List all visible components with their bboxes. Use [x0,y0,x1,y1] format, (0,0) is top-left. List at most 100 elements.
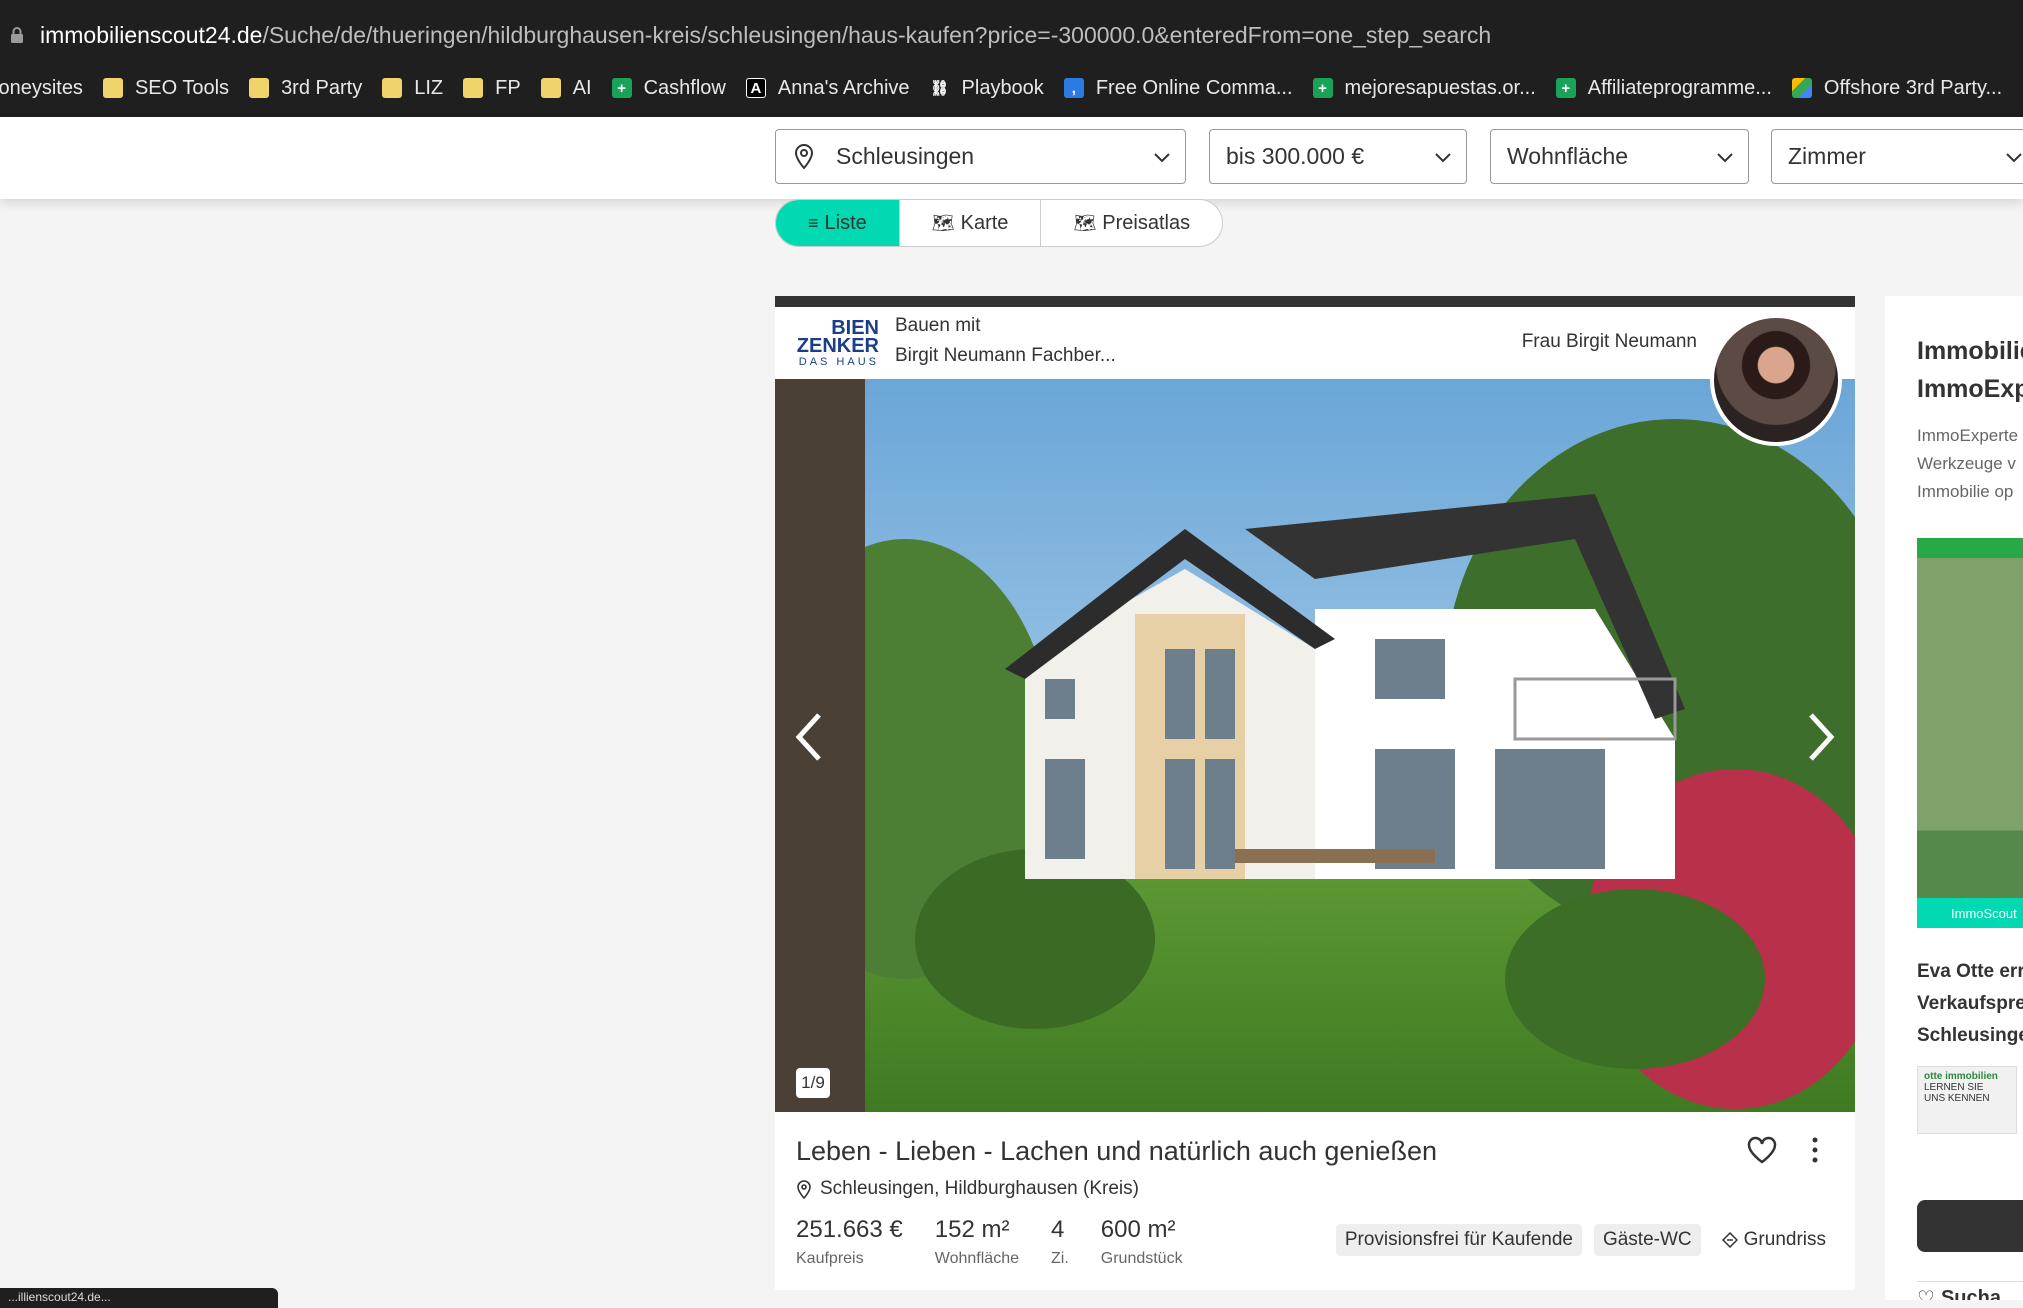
bookmark-annas-archive[interactable]: A Anna's Archive [745,76,910,100]
bookmark-label: 3rd Party [281,76,363,99]
playbook-icon: ⛓ [930,80,950,97]
realtor-logo: BIEN ZENKER DAS HAUS [795,318,879,368]
bookmark-loneysites[interactable]: loneysites [0,77,83,100]
agent-promo-thumbnail: otte immobilien LERNEN SIE UNS KENNEN [1917,1066,2017,1134]
promo-heading: Immobilie ImmoExp [1917,332,2023,408]
bookmark-label: LIZ [414,76,444,99]
browser-chrome: immobilienscout24.de/Suche/de/thueringen… [0,0,2023,117]
annas-archive-icon: A [745,78,766,98]
location-value: Schleusingen [836,143,975,169]
bookmark-mejoresapuestas[interactable]: + mejoresapuestas.or... [1312,76,1536,100]
bookmark-seo-tools[interactable]: SEO Tools [102,77,229,100]
promo-banner-label: ImmoScout [1917,898,2023,928]
bookmark-affiliateprogramme[interactable]: + Affiliateprogramme... [1555,76,1772,100]
card-top-border [775,296,1855,307]
promo-text-line2: Werkzeuge v [1917,454,2016,473]
tab-label: Liste [824,211,867,234]
fact-price: 251.663 € Kaufpreis [796,1216,903,1268]
price-map-icon: 🗺 [1073,212,1097,233]
bookmark-label: Free Online Comma... [1095,76,1293,99]
chevron-down-icon [2006,153,2022,163]
list-icon: ≡ [808,212,819,233]
fact-label: Zi. [1050,1250,1069,1267]
agent-avatar [1710,314,1842,446]
bookmark-offshore[interactable]: Offshore 3rd Party... [1791,77,2002,100]
address-text: Schleusingen, Hildburghausen (Kreis) [820,1178,1139,1199]
listing-card[interactable]: BIEN ZENKER DAS HAUS Bauen mit Birgit Ne… [775,296,1855,1290]
tab-preisatlas[interactable]: 🗺 Preisatlas [1041,200,1222,246]
bookmark-3rd-party[interactable]: 3rd Party [249,77,362,100]
address-bar[interactable]: immobilienscout24.de/Suche/de/thueringen… [0,12,2023,58]
promo-cta-button[interactable] [1917,1200,2023,1252]
view-switcher: ≡ Liste 🗺 Karte 🗺 Preisatlas [775,199,1224,247]
rooms-filter[interactable]: Zimmer [1771,129,2023,184]
folder-icon [540,78,561,98]
key-facts: 251.663 € Kaufpreis 152 m² Wohnfläche 4 Zi.… [796,1216,1215,1268]
promo-image [1917,538,2023,928]
promo-heading-line1: Immobilie [1917,337,2023,365]
fact-label: Kaufpreis [796,1250,864,1267]
location-filter[interactable]: Schleusingen [775,129,1186,184]
bookmark-cashflow[interactable]: + Cashflow [611,77,726,100]
fact-rooms: 4 Zi. [1051,1216,1069,1268]
rooms-value: Zimmer [1788,143,1866,169]
tag-guest-wc: Gäste-WC [1593,1224,1701,1256]
save-search-link[interactable]: ♡ Sucha [1917,1286,2001,1300]
google-drive-icon [1791,78,1812,98]
floorplan-icon [1721,1232,1738,1248]
price-filter[interactable]: bis 300.000 € [1209,129,1467,184]
realtor-header[interactable]: BIEN ZENKER DAS HAUS Bauen mit Birgit Ne… [775,307,1855,379]
tab-karte[interactable]: 🗺 Karte [900,200,1042,246]
chevron-down-icon [1717,153,1733,163]
tab-label: Karte [960,211,1009,234]
tab-label: Preisatlas [1102,211,1191,234]
folder-icon [102,78,123,98]
listing-title[interactable]: Leben - Lieben - Lachen und natürlich au… [796,1136,1437,1167]
tab-liste[interactable]: ≡ Liste [776,200,900,246]
folder-icon [463,78,484,98]
bookmark-label: Anna's Archive [777,76,910,99]
listing-photo[interactable]: 1/9 [775,379,1855,1112]
bookmark-liz[interactable]: LIZ [382,77,443,100]
bookmark-label: mejoresapuestas.or... [1344,76,1536,99]
bookmark-label: Affiliateprogramme... [1587,76,1772,99]
previous-image-button[interactable] [789,707,829,767]
fact-value: 152 m² [934,1216,1010,1243]
green-plus-icon: + [1555,78,1576,98]
realtor-name: Birgit Neumann Fachber... [895,345,1116,366]
more-options-icon[interactable] [1811,1136,1819,1164]
fact-value: 251.663 € [796,1216,903,1243]
agent-name: Frau Birgit Neumann [1521,331,1697,352]
browser-status-bar: ...illienscout24.de... [0,1288,278,1308]
fact-value: 4 [1050,1216,1065,1243]
bookmark-label: loneysites [0,76,83,99]
thumb-line2: LERNEN SIE [1924,1082,1984,1093]
listing-info: Leben - Lieben - Lachen und natürlich au… [775,1112,1855,1290]
agent-promo-line1: Eva Otte err [1917,961,2023,982]
floorplan-badge: Grundriss [1713,1224,1835,1256]
bookmark-ai[interactable]: AI [540,77,592,100]
bookmark-playbook[interactable]: ⛓ Playbook [930,77,1044,100]
search-filter-bar: Schleusingen bis 300.000 € Wohnfläche Zi… [0,117,2023,199]
area-filter[interactable]: Wohnfläche [1490,129,1749,184]
folder-icon [249,78,270,98]
fact-plot-area: 600 m² Grundstück [1101,1216,1183,1268]
area-value: Wohnfläche [1507,143,1629,169]
promo-text-line1: ImmoExperte [1917,426,2019,445]
listing-address: Schleusingen, Hildburghausen (Kreis) [796,1178,1139,1200]
agent-promo-line2: Verkaufspre [1917,993,2023,1014]
image-counter: 1/9 [796,1068,830,1098]
immoexperte-promo-card: Immobilie ImmoExp ImmoExperte Werkzeuge v I… [1885,296,2023,1300]
bookmark-label: Playbook [961,76,1044,99]
bookmark-free-online-comma[interactable]: , Free Online Comma... [1063,76,1293,100]
location-pin-icon [797,1179,811,1199]
bookmarks-bar: loneysites SEO Tools 3rd Party LIZ FP AI… [0,68,2023,108]
promo-text: ImmoExperte Werkzeuge v Immobilie op [1917,422,2018,506]
price-value: bis 300.000 € [1226,143,1365,169]
heart-icon[interactable] [1747,1136,1777,1164]
next-image-button[interactable] [1801,707,1841,767]
listing-tags: Provisionsfrei für Kaufende Gäste-WC Gru… [1324,1224,1835,1256]
bookmark-fp[interactable]: FP [463,77,521,100]
fact-label: Wohnfläche [934,1250,1019,1267]
url-path: /Suche/de/thueringen/hildburghausen-krei… [262,21,1492,48]
